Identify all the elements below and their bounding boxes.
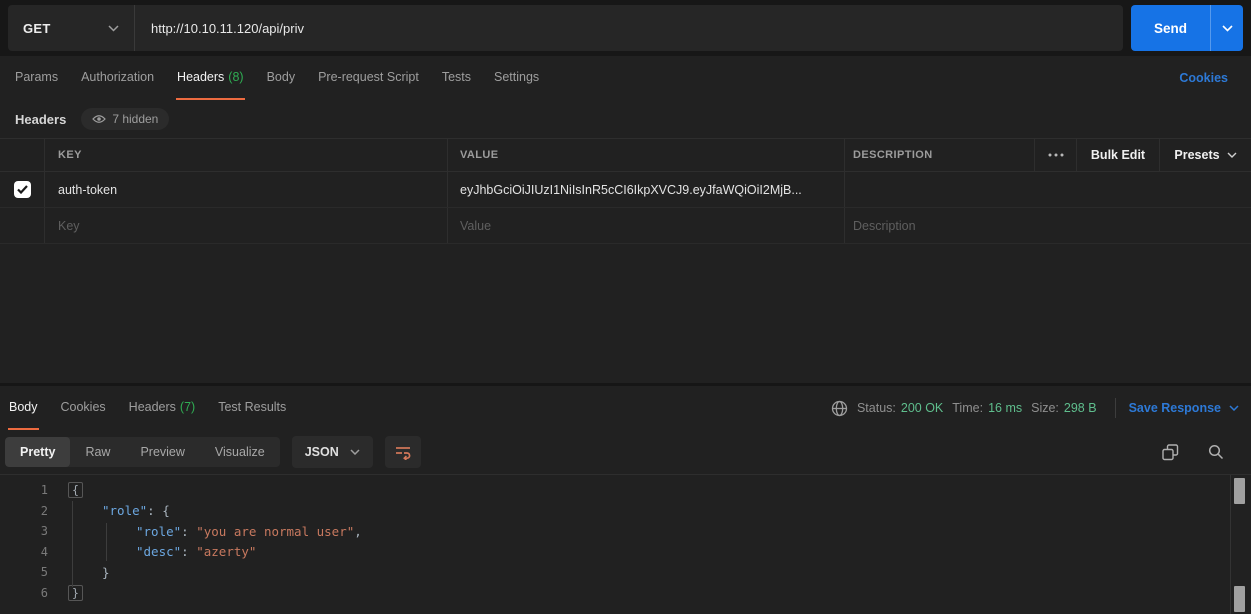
save-response-button[interactable]: Save Response — [1125, 401, 1239, 415]
code-line: 6 } — [0, 583, 1251, 604]
url-input[interactable]: http://10.10.11.120/api/priv — [135, 5, 1123, 51]
view-pretty[interactable]: Pretty — [5, 437, 70, 467]
indent-guide — [72, 501, 73, 587]
header-description-field[interactable] — [845, 172, 1251, 207]
format-label: JSON — [305, 445, 339, 459]
globe-icon[interactable] — [831, 400, 848, 417]
code-line: 2 "role": { — [0, 501, 1251, 522]
wrap-text-button[interactable] — [385, 436, 421, 468]
new-key-field[interactable]: Key — [45, 208, 448, 243]
hidden-headers-toggle[interactable]: 7 hidden — [81, 108, 169, 130]
code-line: 3 "role": "you are normal user", — [0, 521, 1251, 542]
chevron-down-icon — [1222, 25, 1233, 32]
header-row-auth-token: auth-token eyJhbGciOiJIUzI1NiIsInR5cCI6I… — [0, 172, 1251, 208]
header-value-field[interactable]: eyJhbGciOiJIUzI1NiIsInR5cCI6IkpXVCJ9.eyJ… — [448, 172, 845, 207]
cookies-link[interactable]: Cookies — [1179, 56, 1228, 100]
new-value-field[interactable]: Value — [448, 208, 845, 243]
line-number: 3 — [0, 524, 48, 538]
method-label: GET — [23, 21, 51, 36]
column-description: DESCRIPTION — [853, 149, 933, 161]
response-tabs: Body Cookies Headers (7) Test Results — [8, 386, 308, 430]
column-value: VALUE — [460, 149, 498, 161]
line-number: 1 — [0, 483, 48, 497]
tab-params[interactable]: Params — [14, 56, 59, 100]
chevron-down-icon — [108, 25, 119, 32]
more-actions-icon — [1048, 153, 1064, 157]
url-group: GET http://10.10.11.120/api/priv — [8, 5, 1123, 51]
new-description-field[interactable]: Description — [845, 208, 1251, 243]
header-key-field[interactable]: auth-token — [45, 172, 448, 207]
status-badge: Status: 200 OK — [857, 401, 943, 415]
send-options-button[interactable] — [1210, 5, 1243, 51]
presets-label: Presets — [1174, 148, 1219, 162]
fold-toggle[interactable]: { — [68, 482, 83, 498]
view-mode-switcher: Pretty Raw Preview Visualize — [5, 437, 280, 467]
meta-divider — [1115, 398, 1116, 418]
eye-icon — [92, 114, 106, 124]
bulk-edit-button[interactable]: Bulk Edit — [1077, 139, 1160, 171]
row-checkbox[interactable] — [14, 181, 31, 198]
status-time-size: Status: 200 OK Time: 16 ms Size: 298 B — [857, 401, 1097, 415]
line-number: 5 — [0, 565, 48, 579]
response-tab-headers[interactable]: Headers (7) — [128, 386, 197, 430]
tab-body[interactable]: Body — [266, 56, 297, 100]
scrollbar-track[interactable] — [1230, 475, 1251, 614]
line-number: 6 — [0, 586, 48, 600]
response-tab-test-results[interactable]: Test Results — [217, 386, 287, 430]
search-icon[interactable] — [1208, 444, 1224, 460]
request-url-bar: GET http://10.10.11.120/api/priv Send — [0, 0, 1251, 56]
line-number: 2 — [0, 504, 48, 518]
response-meta: Status: 200 OK Time: 16 ms Size: 298 B S… — [831, 386, 1239, 430]
chevron-down-icon — [1229, 405, 1239, 411]
select-all-cell — [0, 139, 45, 171]
hidden-headers-label: 7 hidden — [112, 112, 158, 126]
tab-authorization[interactable]: Authorization — [80, 56, 155, 100]
method-select[interactable]: GET — [8, 5, 135, 51]
tab-pre-request-script[interactable]: Pre-request Script — [317, 56, 420, 100]
tab-tests[interactable]: Tests — [441, 56, 472, 100]
size-badge: Size: 298 B — [1031, 401, 1096, 415]
send-button[interactable]: Send — [1131, 5, 1210, 51]
tab-settings[interactable]: Settings — [493, 56, 540, 100]
scrollbar-thumb[interactable] — [1234, 586, 1245, 612]
response-headers-count-badge: (7) — [180, 400, 195, 414]
more-actions-button[interactable] — [1035, 139, 1077, 171]
column-key: KEY — [58, 149, 82, 161]
headers-section-title: Headers — [15, 112, 66, 127]
copy-icon[interactable] — [1162, 444, 1179, 461]
scrollbar-thumb[interactable] — [1234, 478, 1245, 504]
indent-guide — [106, 523, 107, 561]
response-body-viewer: 1 { 2 "role": { 3 "role": "you are norma… — [0, 474, 1251, 614]
code-line: 4 "desc": "azerty" — [0, 542, 1251, 563]
chevron-down-icon — [350, 449, 360, 455]
request-tabs: Params Authorization Headers (8) Body Pr… — [0, 56, 1251, 100]
code-line: 5 } — [0, 562, 1251, 583]
empty-checkbox-cell — [0, 208, 45, 243]
response-tab-body[interactable]: Body — [8, 386, 39, 430]
chevron-down-icon — [1227, 152, 1237, 158]
send-split-button: Send — [1131, 5, 1243, 51]
line-number: 4 — [0, 545, 48, 559]
view-raw[interactable]: Raw — [70, 437, 125, 467]
format-select[interactable]: JSON — [292, 436, 373, 468]
new-header-row: Key Value Description — [0, 208, 1251, 244]
fold-toggle[interactable]: } — [68, 585, 83, 601]
headers-section-header: Headers 7 hidden — [0, 100, 1251, 138]
view-visualize[interactable]: Visualize — [200, 437, 280, 467]
response-tab-cookies[interactable]: Cookies — [60, 386, 107, 430]
headers-count-badge: (8) — [228, 70, 243, 84]
presets-dropdown[interactable]: Presets — [1160, 139, 1251, 171]
code-line: 1 { — [0, 480, 1251, 501]
response-header: Body Cookies Headers (7) Test Results St… — [0, 386, 1251, 430]
request-panel-empty-space — [0, 244, 1251, 383]
wrap-text-icon — [394, 445, 412, 460]
headers-table-header: KEY VALUE DESCRIPTION Bulk Edit Presets — [0, 138, 1251, 172]
time-badge: Time: 16 ms — [952, 401, 1022, 415]
toolbar-right-icons — [1162, 444, 1251, 461]
tab-headers[interactable]: Headers (8) — [176, 56, 245, 100]
view-preview[interactable]: Preview — [125, 437, 199, 467]
response-toolbar: Pretty Raw Preview Visualize JSON — [0, 430, 1251, 474]
